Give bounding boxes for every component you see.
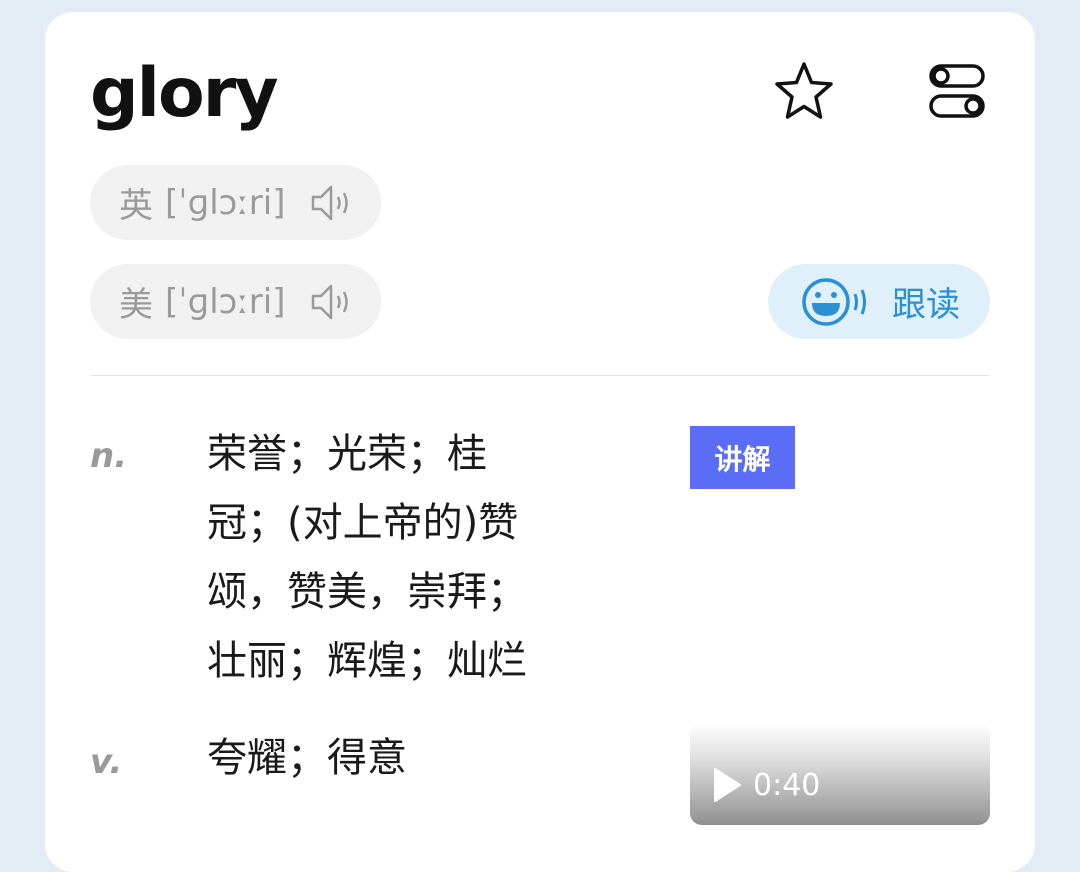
pronunciation-ipa: [ˈɡlɔːri] bbox=[165, 281, 286, 322]
follow-read-label: 跟读 bbox=[892, 285, 960, 325]
definition-line: 夸耀；得意 bbox=[207, 735, 407, 781]
definition-noun: 荣誉；光荣；桂 冠；(对上帝的)赞 颂，赞美，崇拜； 壮丽；辉煌；灿烂 bbox=[207, 420, 607, 696]
definition-line: 颂，赞美，崇拜； bbox=[207, 569, 527, 615]
pronunciation-region-label: 美 bbox=[119, 285, 153, 325]
word-card: glory 英 [ˈɡlɔːri] 美 [ˈɡlɔːri] 跟读 n. 荣誉；光… bbox=[45, 12, 1035, 872]
part-of-speech-verb: v. bbox=[90, 742, 123, 782]
pronunciation-uk[interactable]: 英 [ˈɡlɔːri] bbox=[90, 165, 381, 240]
video-duration: 0:40 bbox=[753, 768, 821, 803]
star-icon[interactable] bbox=[773, 60, 835, 122]
headword: glory bbox=[90, 54, 279, 133]
settings-toggle-icon[interactable] bbox=[925, 60, 989, 124]
definition-line: 冠；(对上帝的)赞 bbox=[207, 500, 519, 546]
speaker-icon[interactable] bbox=[309, 181, 353, 225]
explain-badge[interactable]: 讲解 bbox=[690, 426, 795, 489]
divider bbox=[90, 375, 990, 376]
part-of-speech-noun: n. bbox=[90, 436, 128, 476]
pronunciation-us[interactable]: 美 [ˈɡlɔːri] bbox=[90, 264, 381, 339]
speaker-icon[interactable] bbox=[309, 280, 353, 324]
definition-line: 壮丽；辉煌；灿烂 bbox=[207, 638, 527, 684]
smiley-icon bbox=[802, 277, 866, 326]
play-icon[interactable] bbox=[712, 767, 742, 803]
pronunciation-region-label: 英 bbox=[119, 186, 153, 226]
definition-verb: 夸耀；得意 bbox=[207, 724, 607, 793]
follow-read-button[interactable]: 跟读 bbox=[768, 264, 990, 339]
pronunciation-ipa: [ˈɡlɔːri] bbox=[165, 182, 286, 223]
video-thumbnail[interactable]: 0:40 bbox=[690, 722, 990, 825]
definition-line: 荣誉；光荣；桂 bbox=[207, 431, 487, 477]
